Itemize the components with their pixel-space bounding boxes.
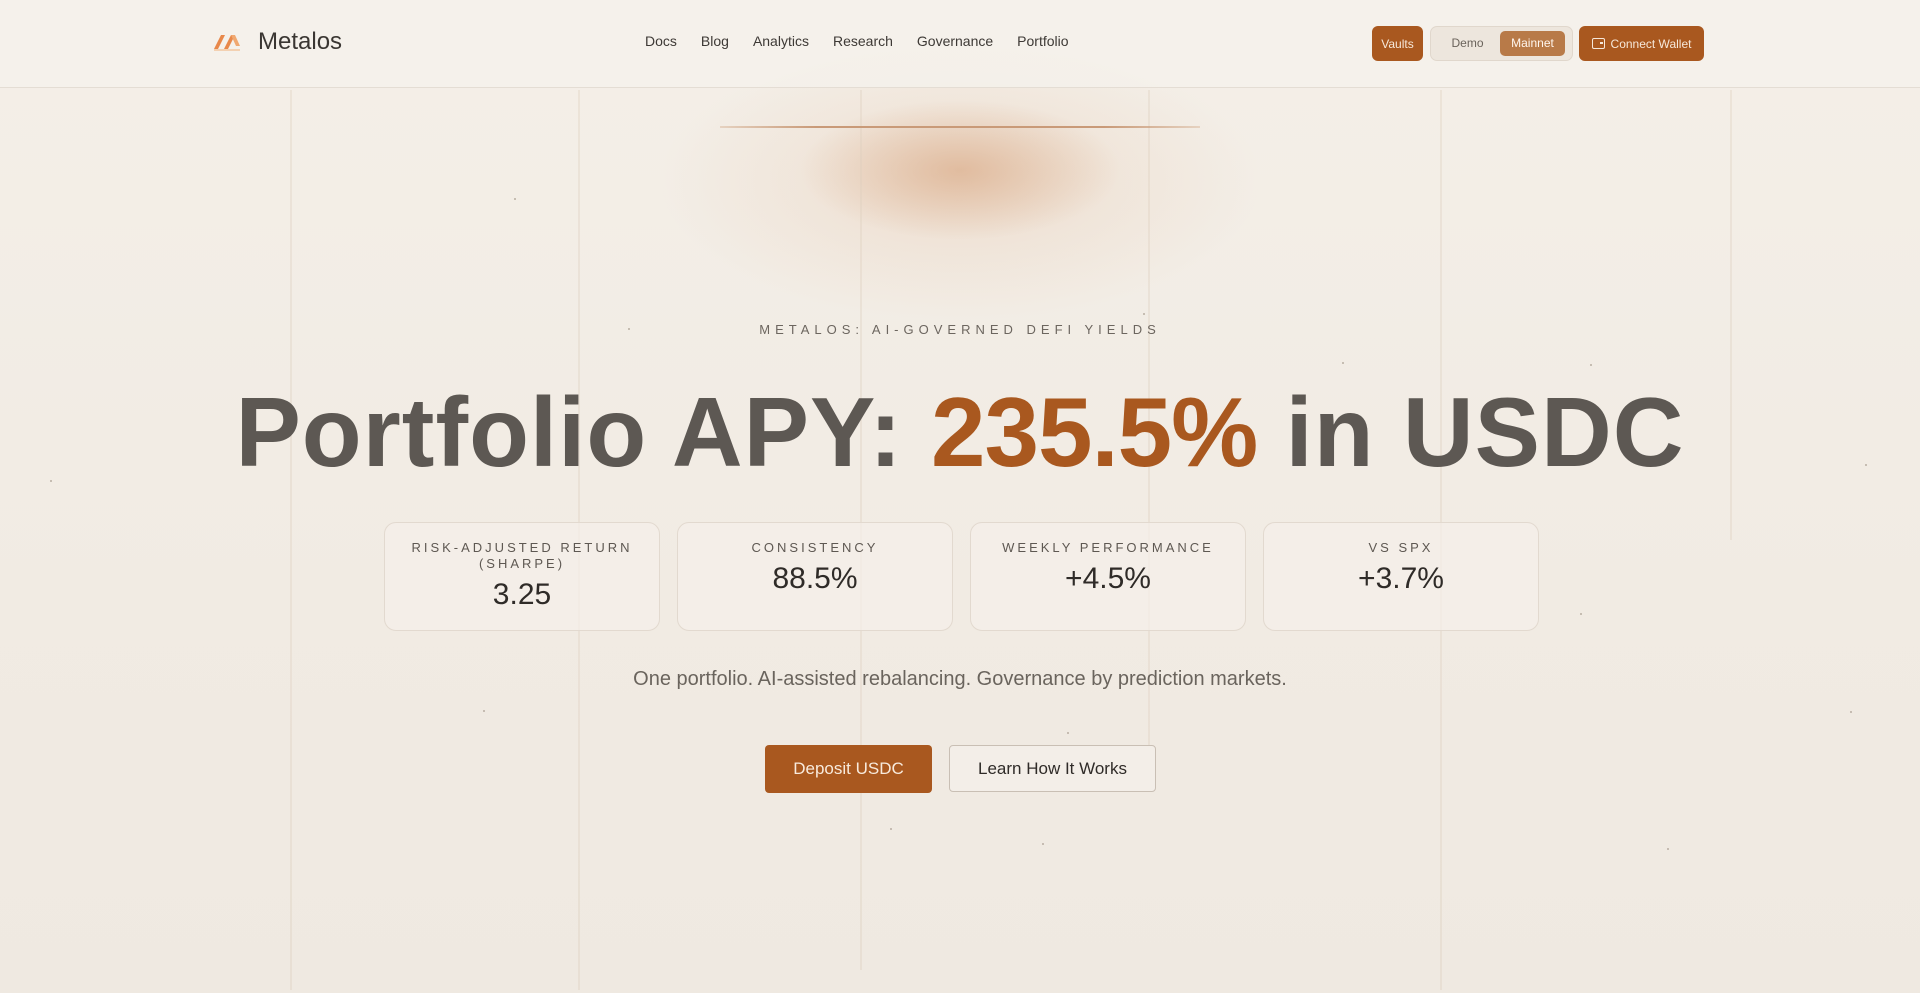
connect-wallet-button[interactable]: Connect Wallet bbox=[1579, 26, 1704, 61]
hero-tagline: One portfolio. AI-assisted rebalancing. … bbox=[633, 668, 1287, 690]
network-toggle: Demo Mainnet bbox=[1430, 26, 1573, 61]
vaults-button[interactable]: Vaults bbox=[1372, 26, 1423, 61]
stat-card-vs-spx: VS SPX +3.7% bbox=[1263, 522, 1539, 631]
connect-wallet-label: Connect Wallet bbox=[1610, 36, 1692, 51]
hero-glow-line bbox=[720, 126, 1200, 128]
bg-dot bbox=[1667, 848, 1669, 850]
brand[interactable]: Metalos bbox=[212, 28, 342, 56]
bg-dot bbox=[1850, 711, 1852, 713]
stat-value: 88.5% bbox=[772, 562, 858, 595]
stat-value: +4.5% bbox=[1065, 562, 1151, 595]
stat-label: CONSISTENCY bbox=[751, 540, 879, 555]
headline-prefix: Portfolio APY: bbox=[235, 377, 931, 487]
deposit-usdc-button[interactable]: Deposit USDC bbox=[765, 745, 932, 793]
hero-headline: Portfolio APY: 235.5% in USDC bbox=[0, 372, 1920, 492]
stat-card-weekly-performance: WEEKLY PERFORMANCE +4.5% bbox=[970, 522, 1246, 631]
bg-dot bbox=[1590, 364, 1592, 366]
bg-dot bbox=[1342, 362, 1344, 364]
nav-blog[interactable]: Blog bbox=[701, 33, 729, 49]
network-option-demo[interactable]: Demo bbox=[1435, 31, 1500, 56]
bg-dot bbox=[1067, 732, 1069, 734]
stat-value: +3.7% bbox=[1358, 562, 1444, 595]
stat-label: VS SPX bbox=[1368, 540, 1434, 555]
bg-dot bbox=[890, 828, 892, 830]
bg-dot bbox=[514, 198, 516, 200]
nav-research[interactable]: Research bbox=[833, 33, 893, 49]
nav-portfolio[interactable]: Portfolio bbox=[1017, 33, 1068, 49]
nav-governance[interactable]: Governance bbox=[917, 33, 993, 49]
headline-apy-value: 235.5% bbox=[930, 377, 1258, 487]
headline-suffix: in USDC bbox=[1257, 377, 1685, 487]
bg-dot bbox=[1580, 613, 1582, 615]
stat-label: WEEKLY PERFORMANCE bbox=[1002, 540, 1214, 555]
stat-card-consistency: CONSISTENCY 88.5% bbox=[677, 522, 953, 631]
wallet-icon bbox=[1591, 38, 1605, 49]
bg-dot bbox=[1143, 313, 1145, 315]
background bbox=[0, 0, 1920, 993]
nav-analytics[interactable]: Analytics bbox=[753, 33, 809, 49]
stat-label: RISK-ADJUSTED RETURN (SHARPE) bbox=[411, 540, 633, 571]
network-option-mainnet[interactable]: Mainnet bbox=[1500, 31, 1565, 56]
nav-docs[interactable]: Docs bbox=[645, 33, 677, 49]
metalos-logo-icon bbox=[212, 32, 242, 52]
bg-streak bbox=[290, 90, 292, 990]
brand-name: Metalos bbox=[258, 28, 343, 55]
stats-row: RISK-ADJUSTED RETURN (SHARPE) 3.25 CONSI… bbox=[384, 522, 1539, 631]
stat-card-sharpe: RISK-ADJUSTED RETURN (SHARPE) 3.25 bbox=[384, 522, 660, 631]
hero-eyebrow: METALOS: AI-GOVERNED DEFI YIELDS bbox=[759, 322, 1161, 337]
bg-dot bbox=[1042, 843, 1044, 845]
stat-value: 3.25 bbox=[492, 578, 552, 611]
learn-how-it-works-button[interactable]: Learn How It Works bbox=[949, 745, 1156, 792]
bg-dot bbox=[483, 710, 485, 712]
main-nav: Docs Blog Analytics Research Governance … bbox=[645, 33, 1069, 49]
top-navbar: Metalos Docs Blog Analytics Research Gov… bbox=[0, 0, 1920, 88]
